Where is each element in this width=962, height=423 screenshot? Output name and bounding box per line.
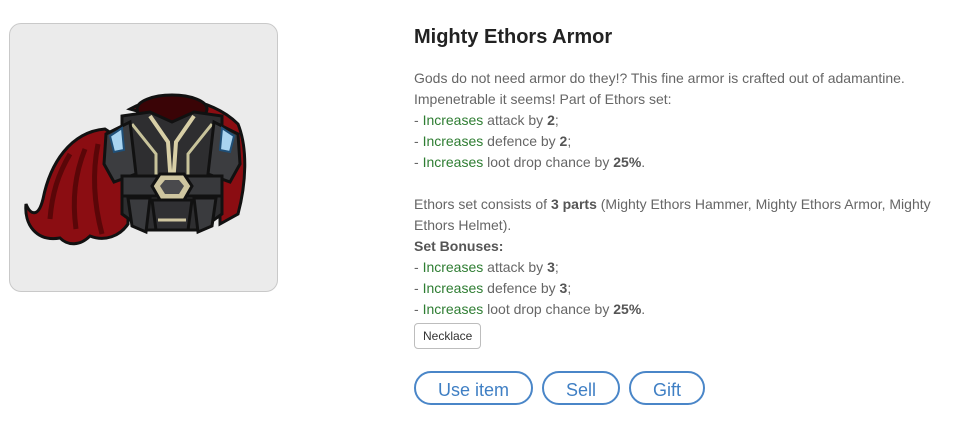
bonus-loot: - Increases loot drop chance by 25%. — [414, 154, 646, 170]
sell-button[interactable]: Sell — [542, 371, 621, 405]
set-bonus-defence: - Increases defence by 3; — [414, 280, 572, 296]
use-item-button[interactable]: Use item — [414, 371, 534, 405]
item-description: Gods do not need armor do they!? This fi… — [414, 68, 954, 320]
set-description: Ethors set consists of 3 parts (Mighty E… — [414, 196, 931, 233]
gift-button[interactable]: Gift — [629, 371, 706, 405]
bonus-attack: - Increases attack by 2; — [414, 112, 559, 128]
set-bonus-loot: - Increases loot drop chance by 25%. — [414, 301, 646, 317]
description-intro-line2: Impenetrable it seems! Part of Ethors se… — [414, 91, 672, 107]
description-intro-line1: Gods do not need armor do they!? This fi… — [414, 70, 905, 86]
armor-icon — [24, 93, 247, 246]
item-details: Mighty Ethors Armor Gods do not need arm… — [414, 24, 954, 405]
set-bonuses-label: Set Bonuses: — [414, 238, 504, 254]
bonus-defence: - Increases defence by 2; — [414, 133, 572, 149]
item-actions: Use item Sell Gift — [414, 371, 954, 405]
item-type-tag: Necklace — [414, 323, 482, 349]
set-bonus-attack: - Increases attack by 3; — [414, 259, 559, 275]
item-image-card — [9, 23, 278, 292]
item-title: Mighty Ethors Armor — [414, 26, 613, 48]
